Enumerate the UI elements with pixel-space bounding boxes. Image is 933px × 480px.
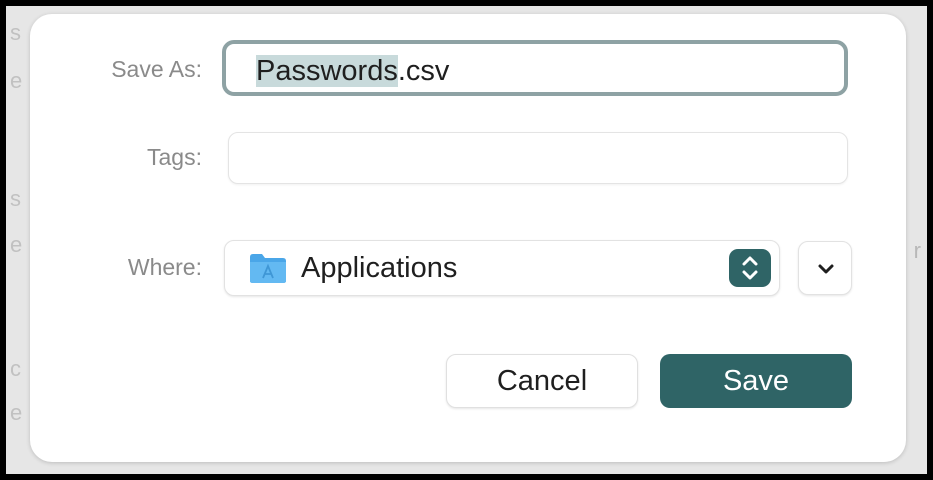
filename-selected-part: Passwords [256,55,398,87]
folder-icon [250,254,286,283]
save-as-label: Save As: [111,56,202,82]
tags-field[interactable] [228,132,848,184]
expand-browser-button[interactable] [798,241,852,295]
where-location-text: Applications [301,252,458,284]
up-down-chevron-icon[interactable] [729,249,771,287]
save-dialog: Save As: Passwords.csv Tags: Where: Appl… [30,14,906,462]
screenshot-frame: s e s e c e r Save As: Passwords.csv Tag… [0,0,933,480]
filename-text: Passwords.csv [256,54,449,88]
background-text-fragment: r [913,238,921,263]
where-popup-button[interactable]: Applications [224,240,780,296]
chevron-down-icon [818,264,834,274]
save-button[interactable]: Save [660,354,852,408]
tags-label: Tags: [147,144,202,170]
background-text-fragment: e [10,232,23,257]
filename-field[interactable]: Passwords.csv [222,40,848,96]
background-text-fragment: s [10,20,21,45]
background-text-fragment: e [10,68,23,93]
background-text-fragment: e [10,400,23,425]
background-text-fragment: c [10,356,21,381]
where-label: Where: [127,254,202,280]
background-text-fragment: s [10,186,21,211]
cancel-button[interactable]: Cancel [446,354,638,408]
filename-extension: .csv [397,55,450,87]
